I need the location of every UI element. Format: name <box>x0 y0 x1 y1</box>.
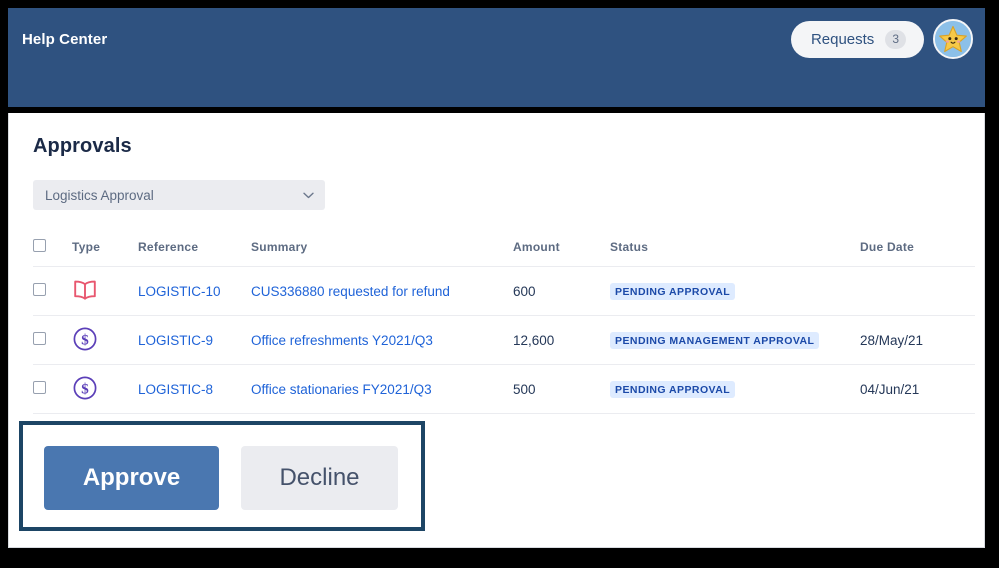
column-header-amount: Amount <box>513 239 610 267</box>
row-select-cell <box>33 316 72 365</box>
row-type-cell <box>72 267 138 316</box>
row-amount-cell: 12,600 <box>513 316 610 365</box>
summary-link[interactable]: Office stationaries FY2021/Q3 <box>251 382 432 397</box>
table-row[interactable]: LOGISTIC-10 CUS336880 requested for refu… <box>33 267 975 316</box>
select-all-header <box>33 239 72 267</box>
reference-link[interactable]: LOGISTIC-10 <box>138 284 221 299</box>
table-row[interactable]: $ LOGISTIC-8 Office stationaries FY2021/… <box>33 365 975 414</box>
dollar-circle-icon: $ <box>72 340 98 355</box>
reference-link[interactable]: LOGISTIC-8 <box>138 382 213 397</box>
row-summary-cell: CUS336880 requested for refund <box>251 267 513 316</box>
requests-label: Requests <box>811 31 874 48</box>
decline-button[interactable]: Decline <box>241 446 398 510</box>
approvals-table: Type Reference Summary Amount Status Due… <box>33 239 975 414</box>
row-select-cell <box>33 365 72 414</box>
top-bar-actions: Requests 3 <box>791 19 973 59</box>
column-header-type: Type <box>72 239 138 267</box>
table-header-row: Type Reference Summary Amount Status Due… <box>33 239 975 267</box>
column-header-reference: Reference <box>138 239 251 267</box>
row-select-cell <box>33 267 72 316</box>
requests-count-badge: 3 <box>885 30 906 49</box>
approval-type-select[interactable]: Logistics Approval <box>33 180 325 210</box>
column-header-status: Status <box>610 239 860 267</box>
row-checkbox[interactable] <box>33 283 46 296</box>
row-due-date-cell <box>860 267 975 316</box>
requests-button[interactable]: Requests 3 <box>791 21 924 58</box>
row-checkbox[interactable] <box>33 381 46 394</box>
row-checkbox[interactable] <box>33 332 46 345</box>
select-all-checkbox[interactable] <box>33 239 46 252</box>
table-row[interactable]: $ LOGISTIC-9 Office refreshments Y2021/Q… <box>33 316 975 365</box>
dollar-circle-icon: $ <box>72 389 98 404</box>
row-summary-cell: Office refreshments Y2021/Q3 <box>251 316 513 365</box>
summary-link[interactable]: CUS336880 requested for refund <box>251 284 450 299</box>
screenshot-root: Help Center Requests 3 <box>0 0 999 568</box>
status-badge: PENDING APPROVAL <box>610 381 735 398</box>
book-icon <box>72 289 98 304</box>
help-center-brand[interactable]: Help Center <box>22 31 107 48</box>
top-navigation-bar: Help Center Requests 3 <box>8 8 985 107</box>
row-due-date-cell: 04/Jun/21 <box>860 365 975 414</box>
summary-link[interactable]: Office refreshments Y2021/Q3 <box>251 333 433 348</box>
row-status-cell: PENDING APPROVAL <box>610 365 860 414</box>
row-type-cell: $ <box>72 365 138 414</box>
row-status-cell: PENDING MANAGEMENT APPROVAL <box>610 316 860 365</box>
approval-type-selected-value: Logistics Approval <box>45 188 154 203</box>
row-reference-cell: LOGISTIC-8 <box>138 365 251 414</box>
star-avatar-icon[interactable] <box>933 19 973 59</box>
action-buttons-row: Approve Decline <box>44 446 398 510</box>
reference-link[interactable]: LOGISTIC-9 <box>138 333 213 348</box>
row-summary-cell: Office stationaries FY2021/Q3 <box>251 365 513 414</box>
svg-text:$: $ <box>81 332 89 348</box>
row-type-cell: $ <box>72 316 138 365</box>
approve-button[interactable]: Approve <box>44 446 219 510</box>
status-badge: PENDING MANAGEMENT APPROVAL <box>610 332 819 349</box>
row-amount-cell: 600 <box>513 267 610 316</box>
svg-text:$: $ <box>81 381 89 397</box>
column-header-due-date: Due Date <box>860 239 975 267</box>
row-due-date-cell: 28/May/21 <box>860 316 975 365</box>
row-amount-cell: 500 <box>513 365 610 414</box>
chevron-down-icon <box>303 186 314 204</box>
page-title: Approvals <box>33 135 960 158</box>
status-badge: PENDING APPROVAL <box>610 283 735 300</box>
row-status-cell: PENDING APPROVAL <box>610 267 860 316</box>
column-header-summary: Summary <box>251 239 513 267</box>
row-reference-cell: LOGISTIC-9 <box>138 316 251 365</box>
row-reference-cell: LOGISTIC-10 <box>138 267 251 316</box>
action-buttons-highlight: Approve Decline <box>19 421 425 531</box>
